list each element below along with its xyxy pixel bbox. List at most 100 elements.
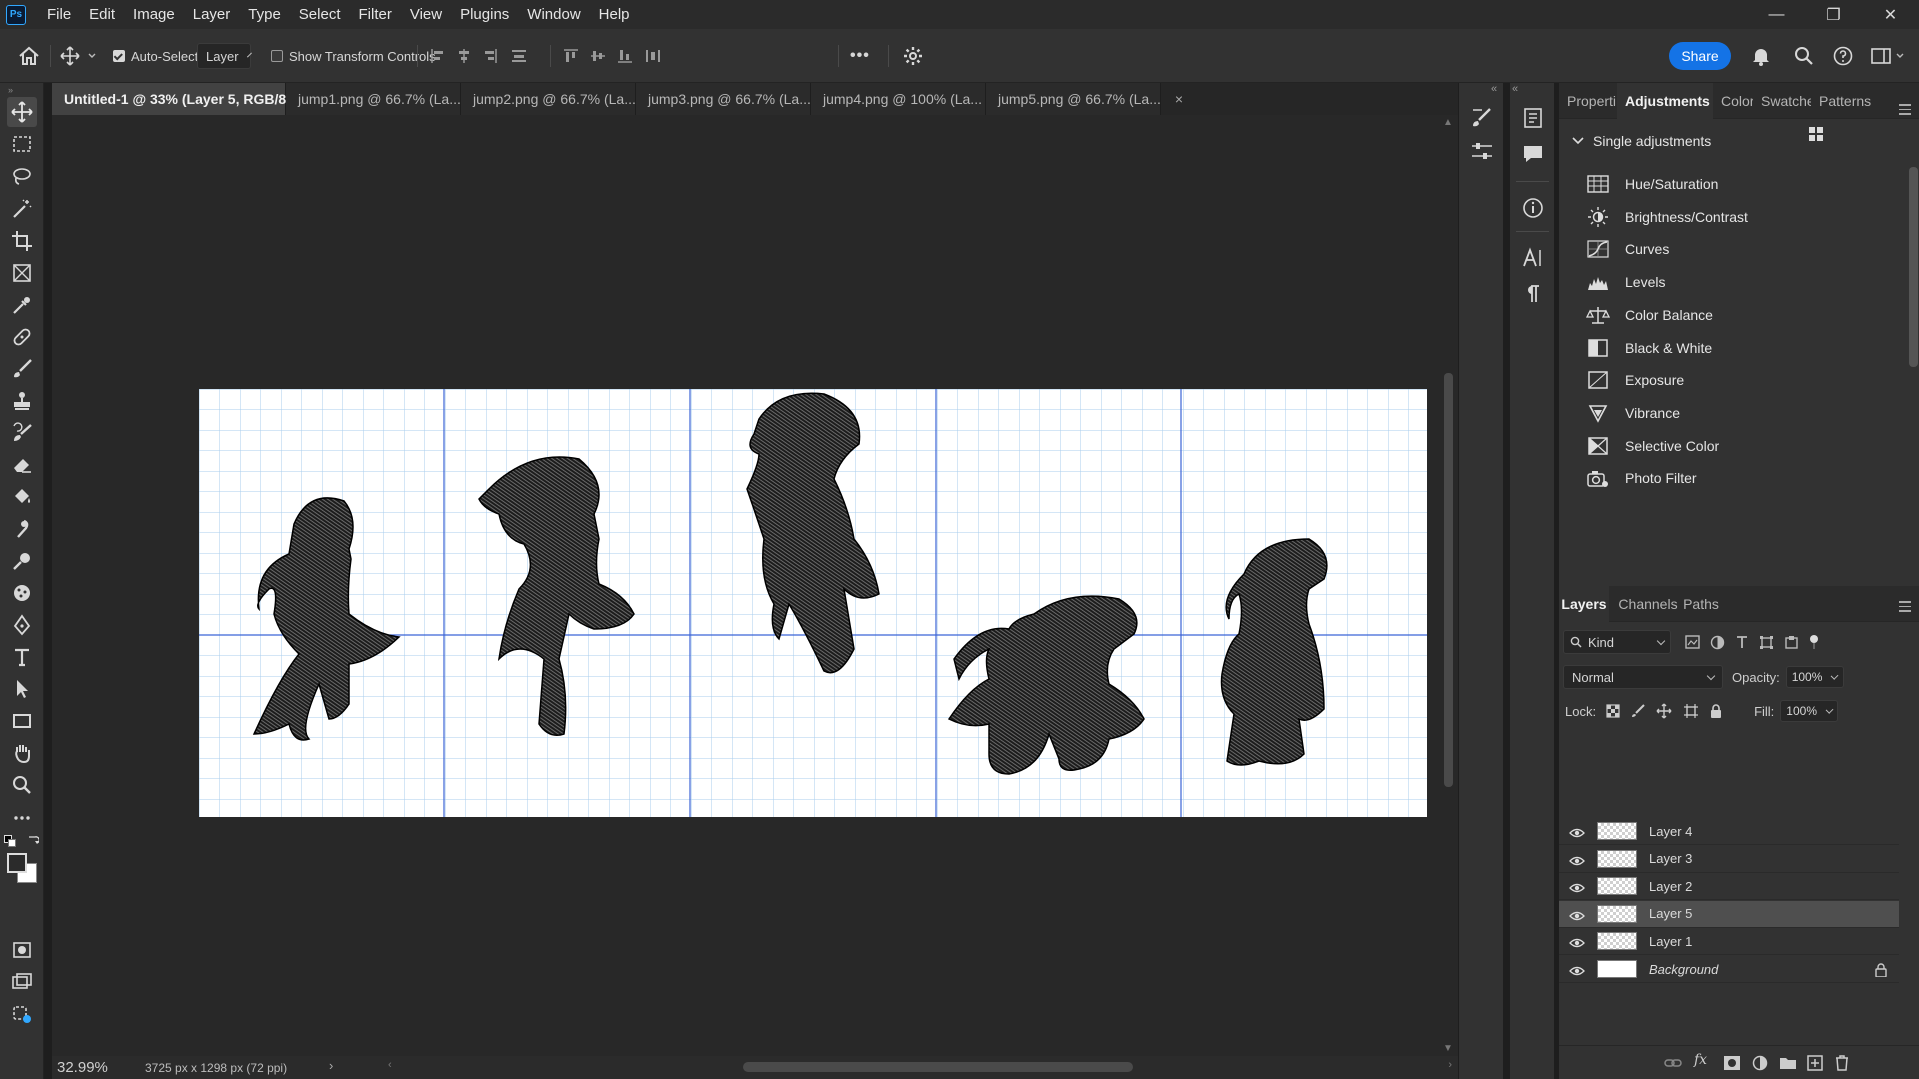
menu-view[interactable]: View <box>401 0 451 29</box>
auto-select-target-dropdown[interactable]: Layer <box>197 43 252 69</box>
rectangle-tool-icon[interactable] <box>7 706 37 736</box>
adjustment-curves[interactable]: Curves <box>1585 232 1669 266</box>
add-mask-icon[interactable] <box>1723 1055 1741 1071</box>
document-tab-1[interactable]: Untitled-1 @ 33% (Layer 5, RGB/8#) *× <box>52 83 330 115</box>
menu-edit[interactable]: Edit <box>80 0 124 29</box>
document-tab-3[interactable]: jump2.png @ 66.7% (La...× <box>461 83 658 115</box>
sponge-tool-icon[interactable] <box>7 578 37 608</box>
filter-smart-object-icon[interactable] <box>1784 635 1799 650</box>
comments-panel-icon[interactable] <box>1520 141 1546 167</box>
scroll-up-icon[interactable]: ▲ <box>1443 117 1453 128</box>
filter-type-icon[interactable] <box>1735 635 1749 649</box>
scroll-left-icon[interactable]: ‹ <box>388 1059 392 1071</box>
move-tool-icon[interactable] <box>7 97 37 127</box>
brush-tool-icon[interactable] <box>7 354 37 384</box>
new-adjustment-layer-icon[interactable] <box>1751 1055 1769 1071</box>
panel-tab-patterns[interactable]: Patterns <box>1811 83 1875 119</box>
menu-image[interactable]: Image <box>124 0 184 29</box>
history-panel-icon[interactable] <box>1520 105 1546 131</box>
layer-row[interactable]: Layer 1 <box>1559 928 1899 956</box>
visibility-eye-icon[interactable] <box>1569 964 1585 976</box>
paragraph-panel-icon[interactable] <box>1520 281 1546 307</box>
layer-row[interactable]: Layer 3 <box>1559 846 1899 873</box>
brushes-panel-icon[interactable] <box>1469 138 1495 164</box>
healing-brush-tool-icon[interactable] <box>7 322 37 352</box>
align-bottom-icon[interactable] <box>617 48 633 64</box>
lock-position-icon[interactable] <box>1656 703 1672 719</box>
auto-select-checkbox[interactable] <box>113 50 125 62</box>
menu-window[interactable]: Window <box>518 0 589 29</box>
lock-artboard-icon[interactable] <box>1683 703 1699 719</box>
photoshop-logo[interactable]: Ps <box>6 4 26 25</box>
brush-settings-icon[interactable] <box>1469 105 1495 131</box>
distribute-vertical-icon[interactable] <box>508 48 530 64</box>
quick-mask-icon[interactable] <box>7 935 37 965</box>
layer-style-fx-button[interactable]: fx <box>1694 1052 1712 1068</box>
panel-tab-swatche[interactable]: Swatche <box>1753 83 1811 119</box>
frame-tool-icon[interactable] <box>7 258 37 288</box>
screen-mode-icon[interactable] <box>7 967 37 997</box>
panel-tab-properti[interactable]: Properti <box>1559 83 1617 119</box>
lock-transparent-pixels-icon[interactable] <box>1606 704 1620 718</box>
align-right-icon[interactable] <box>482 48 498 64</box>
menu-plugins[interactable]: Plugins <box>451 0 518 29</box>
path-selection-tool-icon[interactable] <box>7 674 37 704</box>
align-left-icon[interactable] <box>430 48 446 64</box>
document-tab-4[interactable]: jump3.png @ 66.7% (La...× <box>636 83 833 115</box>
adjustment-hue-saturation[interactable]: Hue/Saturation <box>1585 167 1718 201</box>
hand-tool-icon[interactable] <box>7 738 37 768</box>
align-top-icon[interactable] <box>563 48 579 64</box>
lasso-tool-icon[interactable] <box>7 161 37 191</box>
canvas-area[interactable] <box>52 115 1439 1056</box>
magic-wand-tool-icon[interactable] <box>7 194 37 224</box>
collapse-arrows-icon[interactable]: » <box>8 85 13 95</box>
panel-tab-channels[interactable]: Channels <box>1617 586 1679 622</box>
layers-panel-menu-icon[interactable] <box>1899 601 1911 615</box>
document-tab-5[interactable]: jump4.png @ 100% (La...× <box>811 83 1004 115</box>
zoom-level-field[interactable]: 32.99% <box>52 1059 117 1076</box>
horizontal-scroll-thumb[interactable] <box>743 1062 1133 1072</box>
scroll-right-icon[interactable]: › <box>1448 1059 1452 1071</box>
lock-image-pixels-icon[interactable] <box>1631 704 1645 718</box>
expand-arrows-icon[interactable]: « <box>1512 83 1518 95</box>
document-canvas[interactable] <box>199 389 1427 817</box>
paint-bucket-tool-icon[interactable] <box>7 482 37 512</box>
opacity-field[interactable]: 100% <box>1785 666 1844 688</box>
delete-layer-icon[interactable] <box>1833 1055 1851 1071</box>
menu-filter[interactable]: Filter <box>350 0 401 29</box>
filter-adjustment-icon[interactable] <box>1710 635 1725 650</box>
menu-layer[interactable]: Layer <box>184 0 240 29</box>
menu-type[interactable]: Type <box>239 0 290 29</box>
smudge-tool-icon[interactable] <box>7 514 37 544</box>
dodge-tool-icon[interactable] <box>7 546 37 576</box>
swap-colors-icon[interactable] <box>27 834 40 849</box>
panel-menu-icon[interactable] <box>1899 104 1911 118</box>
document-tab-2[interactable]: jump1.png @ 66.7% (La...× <box>286 83 483 115</box>
horizontal-scrollbar[interactable]: ‹ › <box>388 1059 1452 1073</box>
lock-all-icon[interactable] <box>1710 704 1722 718</box>
blend-mode-dropdown[interactable]: Normal <box>1563 665 1723 689</box>
layer-row[interactable]: Layer 2 <box>1559 873 1899 901</box>
filter-toggle-icon[interactable] <box>1809 635 1819 649</box>
distribute-horizontal-icon[interactable] <box>644 48 662 64</box>
new-layer-icon[interactable] <box>1806 1055 1824 1071</box>
status-menu-arrow[interactable]: › <box>329 1058 333 1073</box>
filter-pixel-icon[interactable] <box>1685 635 1700 649</box>
pen-tool-icon[interactable] <box>7 610 37 640</box>
align-middle-icon[interactable] <box>590 48 606 64</box>
adjustment-black-white[interactable]: Black & White <box>1585 331 1712 365</box>
adjustment-photo-filter[interactable]: Photo Filter <box>1585 461 1697 495</box>
marquee-tool-icon[interactable] <box>7 129 37 159</box>
home-icon[interactable] <box>18 29 40 83</box>
filter-shape-icon[interactable] <box>1759 635 1774 650</box>
menu-select[interactable]: Select <box>290 0 350 29</box>
eyedropper-tool-icon[interactable] <box>7 290 37 320</box>
align-center-icon[interactable] <box>456 48 472 64</box>
layer-row[interactable]: Layer 5 <box>1559 900 1899 928</box>
scroll-down-icon[interactable]: ▼ <box>1443 1043 1453 1054</box>
adjustments-scrollbar[interactable] <box>1909 167 1918 367</box>
type-tool-icon[interactable] <box>7 642 37 672</box>
collapse-arrows-icon[interactable]: « <box>1491 83 1497 95</box>
layer-row[interactable]: Background <box>1559 956 1899 983</box>
search-icon[interactable] <box>1794 29 1814 83</box>
